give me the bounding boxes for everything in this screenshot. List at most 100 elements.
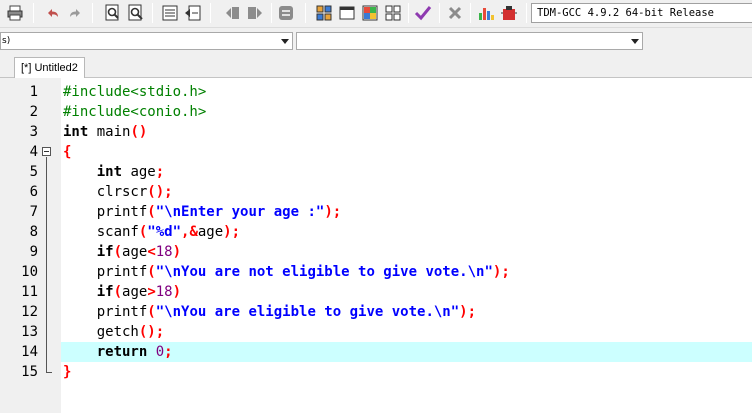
code-token: 0 [155, 344, 165, 360]
code-line[interactable]: 10 printf("\nYou are not eligible to giv… [0, 262, 752, 282]
code-text: getch(); [63, 322, 164, 342]
code-line[interactable]: 14 return 0; [0, 342, 752, 362]
code-token: age [122, 164, 156, 180]
code-editor[interactable]: 1 #include<stdio.h> 2 #include<conio.h> 3 int… [0, 78, 752, 413]
code-token: ( [147, 204, 156, 220]
code-line[interactable]: 5 int age; [0, 162, 752, 182]
class-member-bar: s) [0, 28, 752, 54]
toggle-bookmark-icon[interactable] [223, 4, 241, 22]
class-combo[interactable]: s) [0, 32, 293, 50]
code-token: printf [63, 204, 148, 220]
compiler-select[interactable]: TDM-GCC 4.9.2 64-bit Release [531, 3, 752, 23]
code-token: printf [63, 304, 148, 320]
code-line[interactable]: 4{ [0, 142, 752, 162]
code-token: main [88, 124, 131, 140]
code-text: int age; [63, 162, 164, 182]
code-token: return [96, 344, 148, 360]
code-token: ( [147, 304, 156, 320]
chevron-down-icon [631, 39, 639, 44]
compile-run-icon[interactable] [361, 4, 379, 22]
code-text: return 0; [63, 342, 173, 362]
code-token: getch [63, 324, 139, 340]
code-token: ; [164, 344, 173, 360]
code-line[interactable]: 11 if(age>18) [0, 282, 752, 302]
comment-icon[interactable] [277, 4, 295, 22]
tab-untitled2[interactable]: [*] Untitled2 [14, 57, 85, 79]
line-number: 13 [21, 324, 38, 340]
code-token: ( [113, 244, 123, 260]
code-token: #include<conio.h> [63, 104, 207, 120]
code-line[interactable]: 7 printf("\nEnter your age :"); [0, 202, 752, 222]
redo-icon[interactable] [66, 4, 84, 22]
line-number: 11 [21, 284, 38, 300]
member-combo[interactable] [296, 32, 643, 50]
code-token: ) [172, 284, 182, 300]
line-number: 4 [29, 144, 38, 160]
indent-icon[interactable] [161, 4, 179, 22]
code-text: int main() [63, 122, 147, 142]
code-token: < [147, 244, 156, 260]
line-number: 3 [29, 124, 38, 140]
code-line[interactable]: 15} [0, 362, 752, 382]
code-line[interactable]: 3 int main() [0, 122, 752, 142]
code-token: age [122, 284, 148, 300]
line-number: 14 [21, 344, 38, 360]
replace-icon[interactable] [127, 4, 145, 22]
code-token: if [96, 244, 114, 260]
code-token: "\nYou are not eligible to give vote.\n" [155, 264, 493, 280]
code-token: () [130, 124, 148, 140]
code-line[interactable]: 2 #include<conio.h> [0, 102, 752, 122]
code-text: scanf("%d",&age); [63, 222, 240, 242]
goto-bookmark-icon[interactable] [246, 4, 264, 22]
code-text: clrscr(); [63, 182, 173, 202]
compile-icon[interactable] [315, 4, 333, 22]
line-number: 2 [29, 104, 38, 120]
code-token: { [63, 144, 72, 160]
code-token: (); [138, 324, 165, 340]
debug-icon[interactable] [500, 4, 518, 22]
code-line[interactable]: 12 printf("\nYou are eligible to give vo… [0, 302, 752, 322]
undo-icon[interactable] [44, 4, 62, 22]
code-token: > [147, 284, 156, 300]
code-text: } [63, 362, 71, 382]
line-number: 7 [29, 204, 38, 220]
code-token: "%d" [147, 224, 182, 240]
code-line[interactable]: 8 scanf("%d",&age); [0, 222, 752, 242]
code-token: int [63, 124, 89, 140]
line-number: 6 [29, 184, 38, 200]
line-number: 8 [29, 224, 38, 240]
chart-icon[interactable] [477, 4, 495, 22]
code-token: clrscr [63, 184, 148, 200]
code-token: ; [155, 164, 165, 180]
rebuild-icon[interactable] [384, 4, 402, 22]
goto-line-icon[interactable] [184, 4, 202, 22]
code-token: ,& [181, 224, 198, 240]
chevron-down-icon [281, 39, 289, 44]
line-number: 10 [21, 264, 38, 280]
line-number: 15 [21, 364, 38, 380]
code-text: printf("\nEnter your age :"); [63, 202, 341, 222]
syntax-check-icon[interactable] [414, 4, 432, 22]
line-number: 9 [29, 244, 38, 260]
print-icon[interactable] [6, 4, 24, 22]
code-line[interactable]: 9 if(age<18) [0, 242, 752, 262]
find-icon[interactable] [104, 4, 122, 22]
code-line[interactable]: 13 getch(); [0, 322, 752, 342]
code-token: ); [459, 304, 477, 320]
stop-icon[interactable] [446, 4, 464, 22]
class-combo-value: s) [2, 36, 11, 46]
code-line[interactable]: 1 #include<stdio.h> [0, 82, 752, 102]
code-token: #include<stdio.h> [63, 84, 207, 100]
code-text: { [63, 142, 71, 162]
code-token: age [197, 224, 224, 240]
run-icon[interactable] [338, 4, 356, 22]
code-text: printf("\nYou are not eligible to give v… [63, 262, 510, 282]
code-token: age [122, 244, 148, 260]
code-text: if(age<18) [63, 242, 181, 262]
editor-tabs: [*] Untitled2 [0, 54, 752, 79]
code-line[interactable]: 6 clrscr(); [0, 182, 752, 202]
code-text: printf("\nYou are eligible to give vote.… [63, 302, 476, 322]
